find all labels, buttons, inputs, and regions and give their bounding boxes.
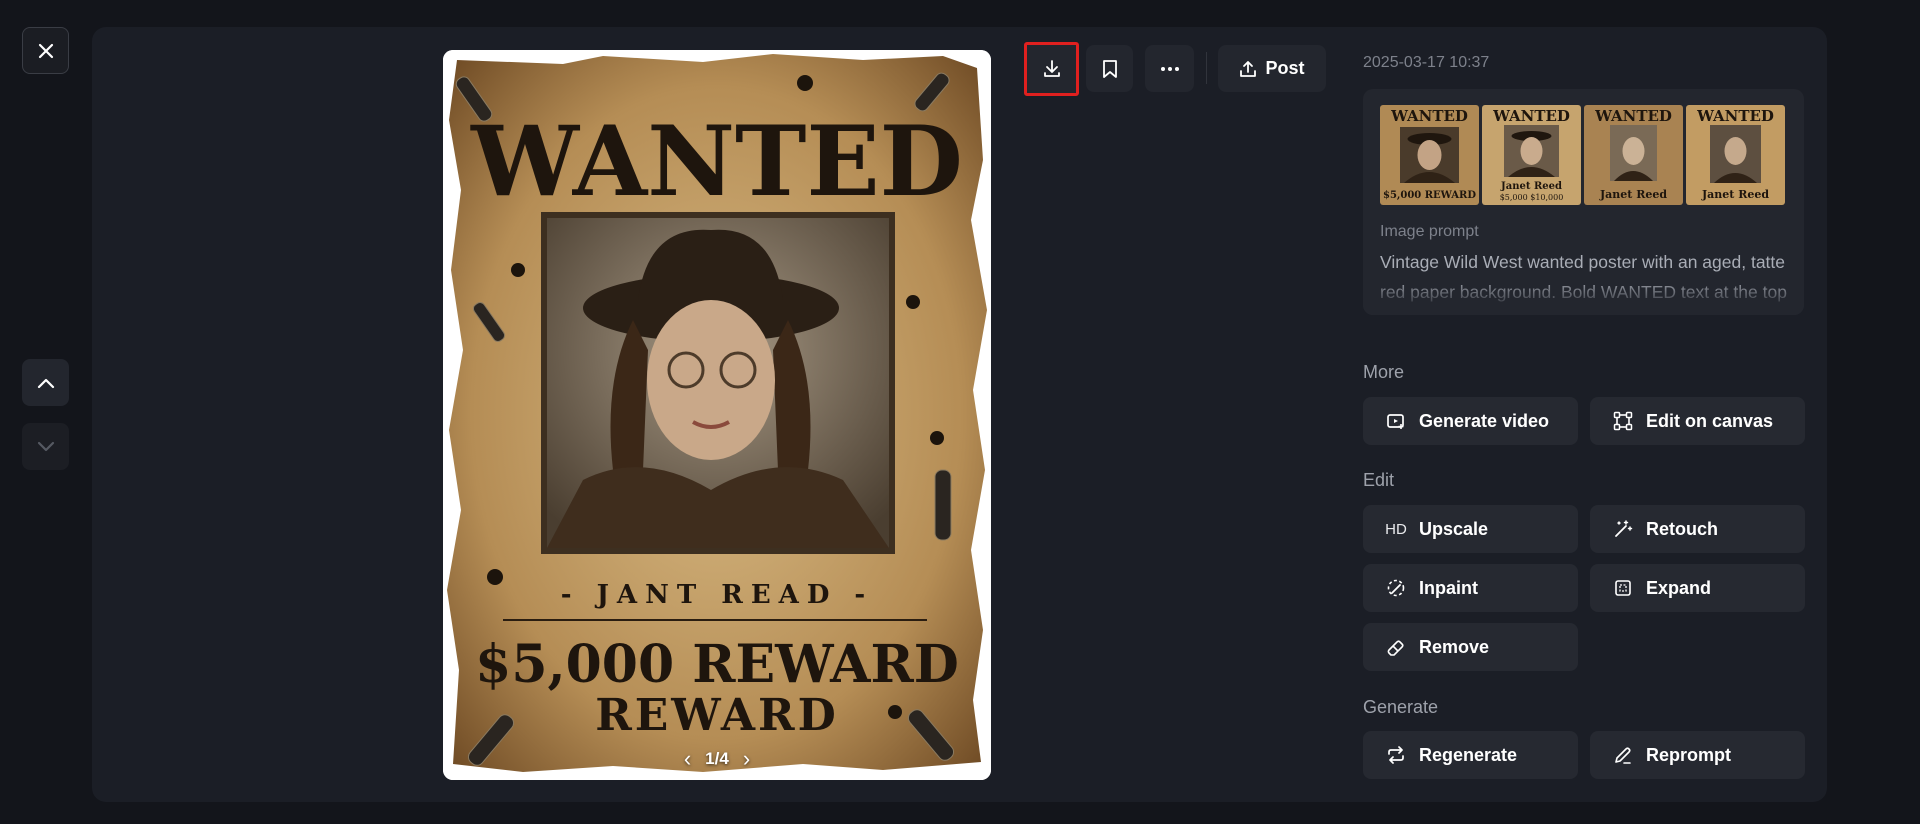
more-options-button[interactable] xyxy=(1145,45,1194,92)
edit-on-canvas-button[interactable]: Edit on canvas xyxy=(1590,397,1805,445)
thumbnail-strip: WANTED $5,000 REWARD WANTED Janet Reed $… xyxy=(1380,105,1785,205)
canvas-icon xyxy=(1613,411,1633,431)
poster-headline: WANTED xyxy=(470,105,963,218)
reprompt-button[interactable]: Reprompt xyxy=(1590,731,1805,779)
remove-button[interactable]: Remove xyxy=(1363,623,1578,671)
eraser-icon xyxy=(1387,640,1404,656)
chevron-down-icon xyxy=(37,441,54,451)
thumbnail-3[interactable]: WANTED Janet Reed xyxy=(1584,105,1683,205)
wanted-poster-image: WANTED - JANT READ - $5,000 REWARD REWAR… xyxy=(443,50,991,780)
video-icon xyxy=(1387,414,1404,429)
creation-timestamp: 2025-03-17 10:37 xyxy=(1363,54,1490,71)
post-label: Post xyxy=(1265,58,1305,78)
thumbnail-2[interactable]: WANTED Janet Reed $5,000 $10,000 xyxy=(1482,105,1581,205)
bookmark-icon xyxy=(1102,59,1117,78)
prompt-fade xyxy=(1363,277,1804,315)
next-image-button[interactable] xyxy=(22,423,69,470)
thumbnail-4-headline: WANTED xyxy=(1696,107,1774,125)
close-icon xyxy=(38,43,53,58)
thumbnail-4[interactable]: WANTED Janet Reed xyxy=(1686,105,1785,205)
expand-icon xyxy=(1615,580,1631,596)
edit-on-canvas-label: Edit on canvas xyxy=(1646,410,1774,431)
retouch-label: Retouch xyxy=(1646,518,1718,539)
remove-label: Remove xyxy=(1419,636,1490,657)
upscale-label: Upscale xyxy=(1419,518,1489,539)
thumbnail-3-caption: Janet Reed xyxy=(1599,188,1667,201)
regenerate-icon xyxy=(1388,746,1404,764)
thumbnail-1-caption: $5,000 REWARD xyxy=(1383,190,1476,201)
expand-label: Expand xyxy=(1646,577,1712,598)
thumbnail-4-caption: Janet Reed xyxy=(1701,188,1769,201)
more-icon xyxy=(1160,66,1179,71)
inpaint-label: Inpaint xyxy=(1419,577,1478,598)
generate-video-button[interactable]: Generate video xyxy=(1363,397,1578,445)
thumbnail-3-headline: WANTED xyxy=(1594,107,1672,125)
expand-button[interactable]: Expand xyxy=(1590,564,1805,612)
regenerate-label: Regenerate xyxy=(1419,744,1518,765)
download-button[interactable] xyxy=(1024,42,1079,96)
section-generate-label: Generate xyxy=(1363,697,1439,717)
post-button[interactable]: Post xyxy=(1218,45,1326,92)
bookmark-button[interactable] xyxy=(1086,45,1133,92)
poster-name: - JANT READ - xyxy=(561,580,873,610)
pencil-icon xyxy=(1615,747,1631,764)
toolbar-divider xyxy=(1206,52,1207,84)
upscale-button[interactable]: HD Upscale xyxy=(1363,505,1578,553)
generated-image[interactable]: WANTED - JANT READ - $5,000 REWARD REWAR… xyxy=(443,50,991,780)
retouch-icon xyxy=(1615,520,1633,537)
thumbnail-2-caption: Janet Reed xyxy=(1500,181,1562,192)
image-pager: ‹ 1/4 › xyxy=(443,748,991,770)
thumbnail-2-caption-2: $5,000 $10,000 xyxy=(1500,193,1564,202)
pager-next-icon[interactable]: › xyxy=(743,748,750,770)
pager-prev-icon[interactable]: ‹ xyxy=(684,748,691,770)
close-button[interactable] xyxy=(22,27,69,74)
hd-icon: HD xyxy=(1385,520,1407,538)
thumbnail-2-headline: WANTED xyxy=(1492,107,1570,125)
previous-image-button[interactable] xyxy=(22,359,69,406)
section-more-label: More xyxy=(1363,362,1405,382)
inpaint-button[interactable]: Inpaint xyxy=(1363,564,1578,612)
poster-reward-2: REWARD xyxy=(595,690,839,741)
prompt-label: Image prompt xyxy=(1380,223,1479,240)
retouch-button[interactable]: Retouch xyxy=(1590,505,1805,553)
chevron-up-icon xyxy=(37,378,54,388)
pager-count: 1/4 xyxy=(705,749,729,768)
thumbnail-1[interactable]: WANTED $5,000 REWARD xyxy=(1380,105,1479,205)
section-edit-label: Edit xyxy=(1363,470,1395,490)
poster-reward: $5,000 REWARD xyxy=(475,634,959,695)
upload-icon xyxy=(1240,60,1257,77)
inpaint-icon xyxy=(1387,579,1405,597)
regenerate-button[interactable]: Regenerate xyxy=(1363,731,1578,779)
thumbnail-1-headline: WANTED xyxy=(1390,107,1468,125)
prompt-card: WANTED $5,000 REWARD WANTED Janet Reed $… xyxy=(1363,89,1804,315)
download-icon xyxy=(1043,60,1060,77)
reprompt-label: Reprompt xyxy=(1646,744,1731,765)
generate-video-label: Generate video xyxy=(1419,410,1550,431)
